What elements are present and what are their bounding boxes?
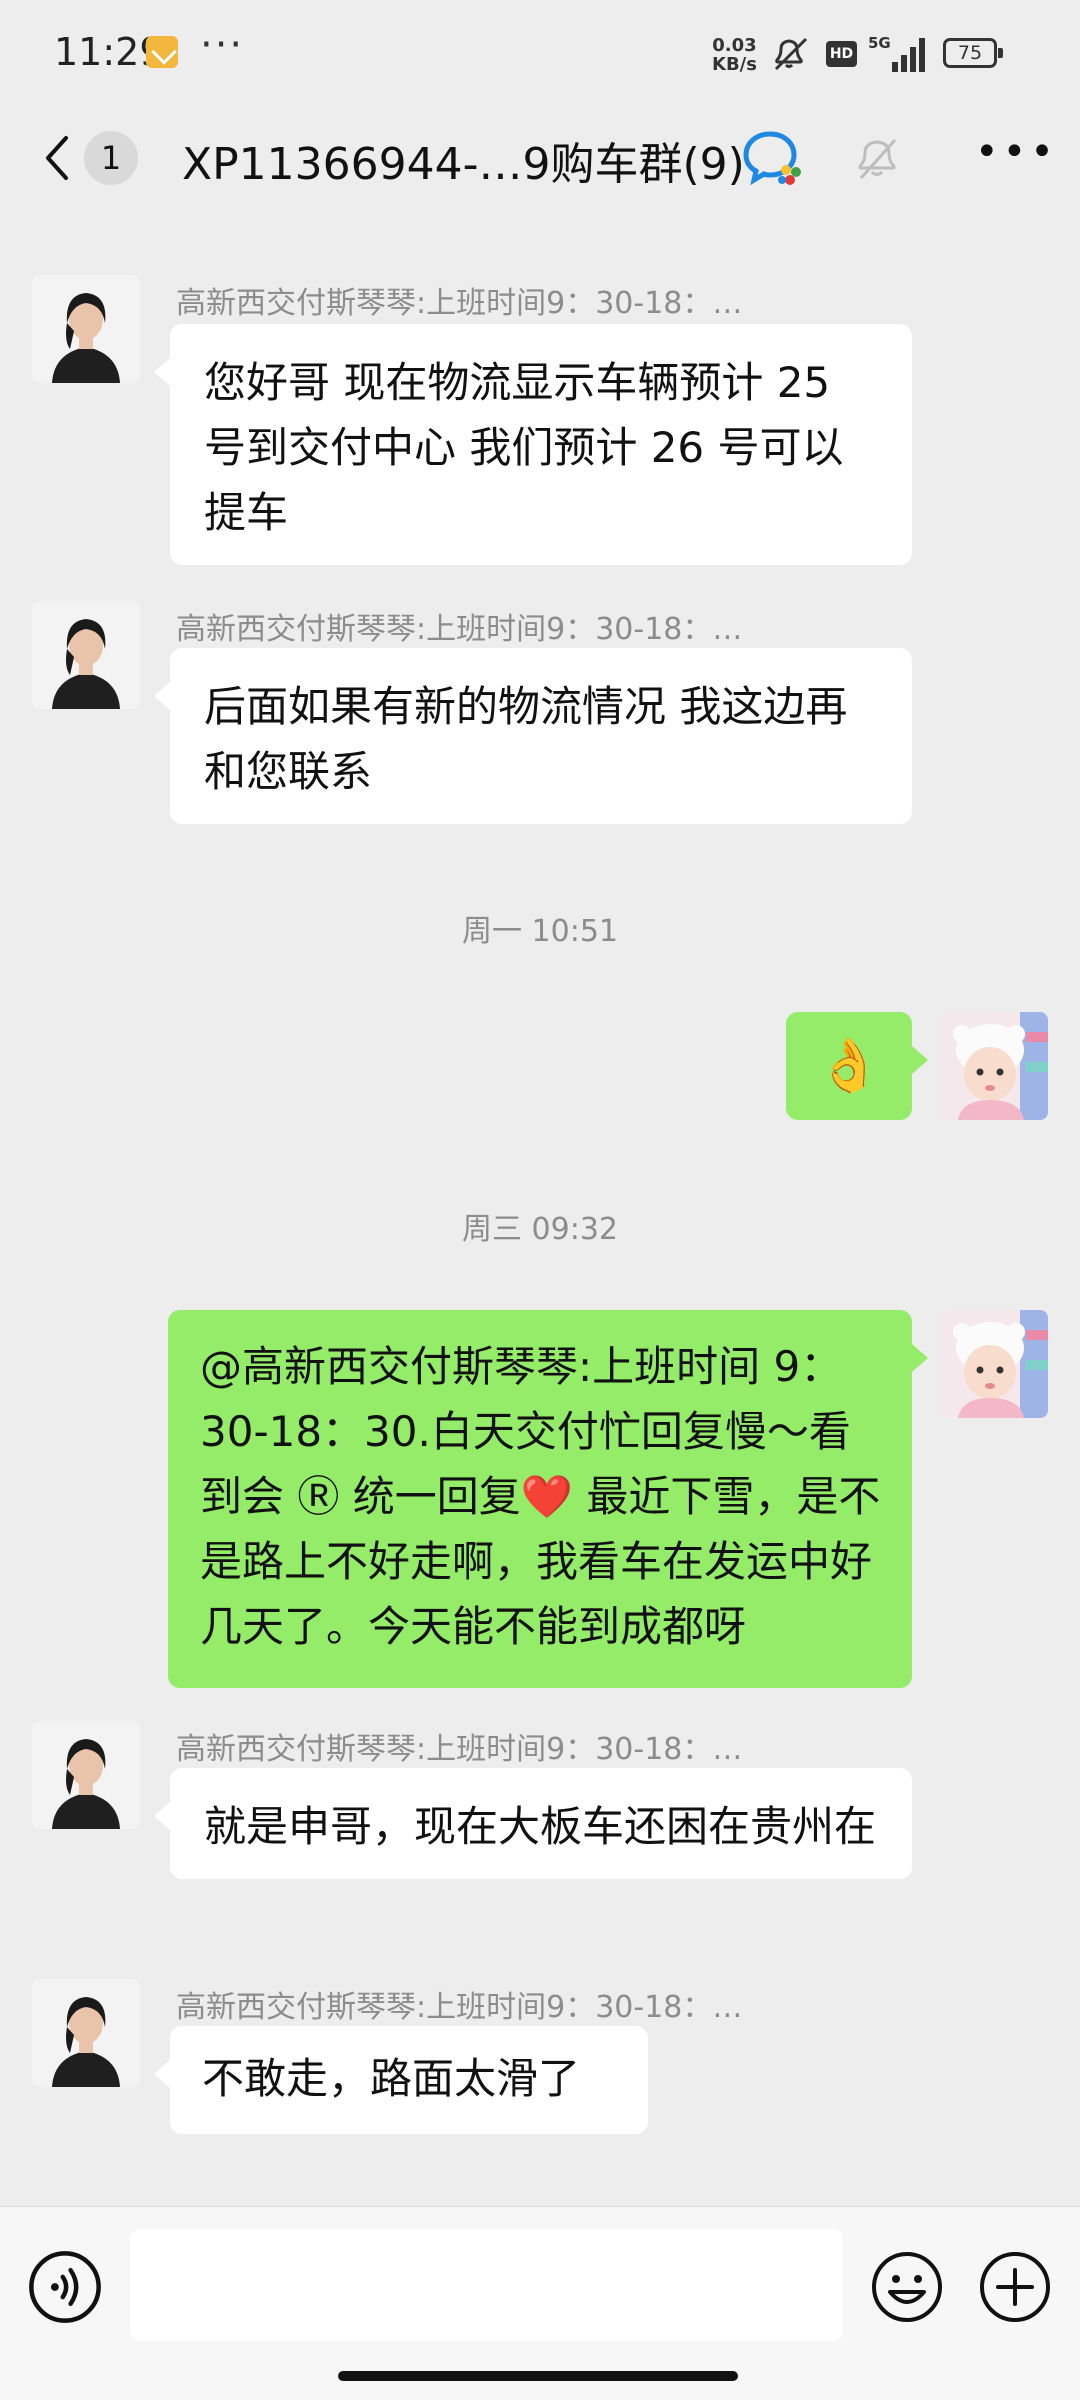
sender-avatar[interactable] [32, 275, 140, 383]
sender-name: 高新西交付斯琴琴:上班时间9：30-18：… [176, 612, 743, 647]
message-incoming: 高新西交付斯琴琴:上班时间9：30-18：… 不敢走，路面太滑了 [0, 1974, 1080, 2144]
voice-input-button[interactable] [28, 2250, 102, 2324]
network-speed-value: 0.03 [712, 35, 757, 56]
my-avatar[interactable] [940, 1012, 1048, 1120]
network-speed-unit: KB/s [712, 54, 757, 75]
chat-header: 1 XP11366944-…9购车群(9) ••• [0, 108, 1080, 208]
more-actions-button[interactable] [978, 2250, 1052, 2324]
message-bubble[interactable]: @高新西交付斯琴琴:上班时间 9：30-18：30.白天交付忙回复慢～看到会 Ⓡ… [168, 1310, 928, 1688]
status-bar: 11:29 ··· 0.03 KB/s HD 5G 75 [0, 0, 1080, 108]
my-avatar[interactable] [940, 1310, 1048, 1418]
sender-avatar[interactable] [32, 1979, 140, 2087]
chat-more-button[interactable]: ••• [975, 132, 1054, 182]
chat-title: XP11366944-…9购车群(9) [182, 139, 745, 190]
back-button[interactable] [36, 130, 86, 186]
more-notifications-icon: ··· [200, 22, 245, 68]
sender-name: 高新西交付斯琴琴:上班时间9：30-18：… [176, 1990, 743, 2025]
unread-count-badge[interactable]: 1 [84, 131, 138, 185]
message-outgoing: @高新西交付斯琴琴:上班时间 9：30-18：30.白天交付忙回复慢～看到会 Ⓡ… [0, 1310, 1080, 1690]
sender-name: 高新西交付斯琴琴:上班时间9：30-18：… [176, 1732, 743, 1767]
message-incoming: 高新西交付斯琴琴:上班时间9：30-18：… 就是申哥，现在大板车还困在贵州在 [0, 1716, 1080, 1956]
message-bubble[interactable]: 后面如果有新的物流情况 我这边再和您联系 [154, 648, 912, 824]
message-bubble[interactable]: 不敢走，路面太滑了 [154, 2026, 648, 2134]
message-timestamp: 周三 09:32 [462, 1212, 618, 1247]
sender-avatar[interactable] [32, 1721, 140, 1829]
network-speed: 0.03 KB/s [712, 36, 757, 74]
message-incoming: 高新西交付斯琴琴:上班时间9：30-18：… 后面如果有新的物流情况 我这边再和… [0, 596, 1080, 836]
message-bubble[interactable]: 就是申哥，现在大板车还困在贵州在 [154, 1768, 912, 1879]
hd-voice-icon: HD [826, 41, 857, 67]
notes-app-icon [146, 36, 178, 68]
battery-icon: 75 [943, 38, 1003, 68]
mute-icon [774, 37, 808, 71]
home-indicator[interactable] [338, 2371, 738, 2381]
message-input-bar [0, 2206, 1080, 2400]
emoji-bubble[interactable]: 👌 [786, 1012, 928, 1120]
message-timestamp: 周一 10:51 [462, 914, 618, 949]
message-outgoing: 👌 [0, 1012, 1080, 1132]
sender-avatar[interactable] [32, 601, 140, 709]
sender-name: 高新西交付斯琴琴:上班时间9：30-18：… [176, 286, 743, 321]
mute-bell-icon[interactable] [855, 134, 899, 182]
emoji-button[interactable] [870, 2250, 944, 2324]
message-text-input[interactable] [130, 2229, 843, 2341]
signal-icon: 5G [868, 34, 925, 72]
message-bubble[interactable]: 您好哥 现在物流显示车辆预计 25 号到交付中心 我们预计 26 号可以提车 [154, 324, 912, 565]
wecom-icon[interactable] [742, 128, 804, 188]
network-type-label: 5G [868, 34, 891, 52]
message-incoming: 高新西交付斯琴琴:上班时间9：30-18：… 您好哥 现在物流显示车辆预计 25… [0, 270, 1080, 570]
